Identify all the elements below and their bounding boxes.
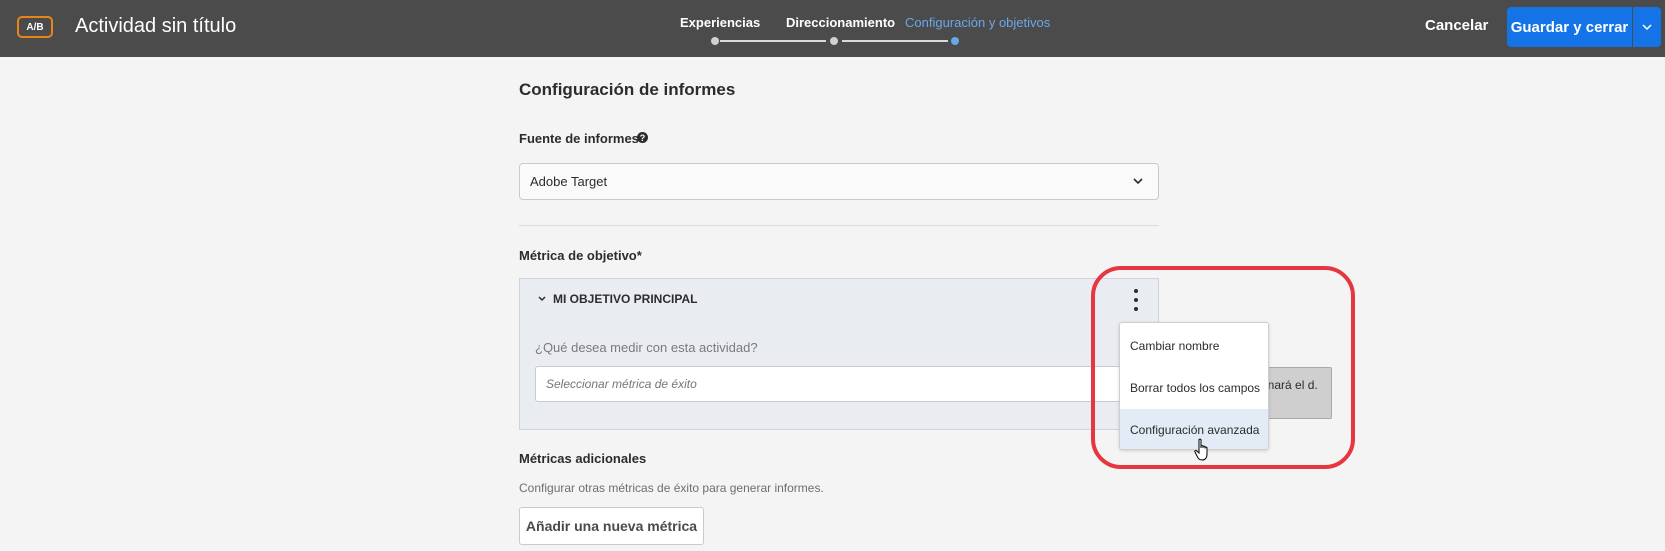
section-heading: Configuración de informes: [519, 80, 736, 99]
step-direccionamiento[interactable]: Direccionamiento: [786, 15, 895, 30]
goal-options-menu: Cambiar nombre Borrar todos los campos C…: [1119, 322, 1269, 450]
save-options-button[interactable]: [1633, 7, 1661, 47]
cancel-button[interactable]: Cancelar: [1425, 17, 1488, 34]
reporting-source-value: Adobe Target: [530, 174, 608, 189]
reporting-source-label: Fuente de informes: [519, 131, 639, 146]
goal-card-header[interactable]: MI OBJETIVO PRINCIPAL: [537, 292, 697, 306]
save-and-close-button[interactable]: Guardar y cerrar: [1507, 7, 1632, 47]
goal-question: ¿Qué desea medir con esta actividad?: [535, 340, 758, 355]
step-dot-experiencias[interactable]: [711, 37, 719, 45]
step-connector: [720, 40, 826, 42]
step-configuracion[interactable]: Configuración y objetivos: [905, 15, 1050, 30]
step-dot-configuracion[interactable]: [951, 37, 959, 45]
step-experiencias[interactable]: Experiencias: [680, 15, 760, 30]
goal-metric-label: Métrica de objetivo*: [519, 248, 642, 263]
chevron-down-icon: [1133, 178, 1143, 185]
help-icon[interactable]: ?: [637, 132, 648, 143]
menu-item-rename[interactable]: Cambiar nombre: [1120, 325, 1268, 367]
goal-card-title: MI OBJETIVO PRINCIPAL: [553, 292, 698, 306]
add-metric-button[interactable]: Añadir una nueva métrica: [519, 507, 704, 545]
additional-metrics-description: Configurar otras métricas de éxito para …: [519, 481, 824, 495]
additional-metrics-label: Métricas adicionales: [519, 451, 647, 466]
chevron-down-icon[interactable]: [537, 294, 547, 304]
top-bar: A/B Actividad sin título Experiencias Di…: [0, 0, 1665, 57]
divider: [519, 225, 1159, 226]
step-connector: [842, 40, 948, 42]
more-options-icon[interactable]: [1130, 289, 1142, 311]
hand-cursor-icon: [1194, 438, 1208, 461]
ab-activity-badge: A/B: [17, 16, 53, 38]
menu-item-clear-fields[interactable]: Borrar todos los campos: [1120, 367, 1268, 409]
step-dot-direccionamiento[interactable]: [830, 37, 838, 45]
activity-title[interactable]: Actividad sin título: [75, 15, 236, 38]
success-metric-select[interactable]: [535, 366, 1125, 402]
reporting-source-select[interactable]: Adobe Target: [519, 163, 1159, 200]
chevron-down-icon: [1642, 24, 1652, 30]
